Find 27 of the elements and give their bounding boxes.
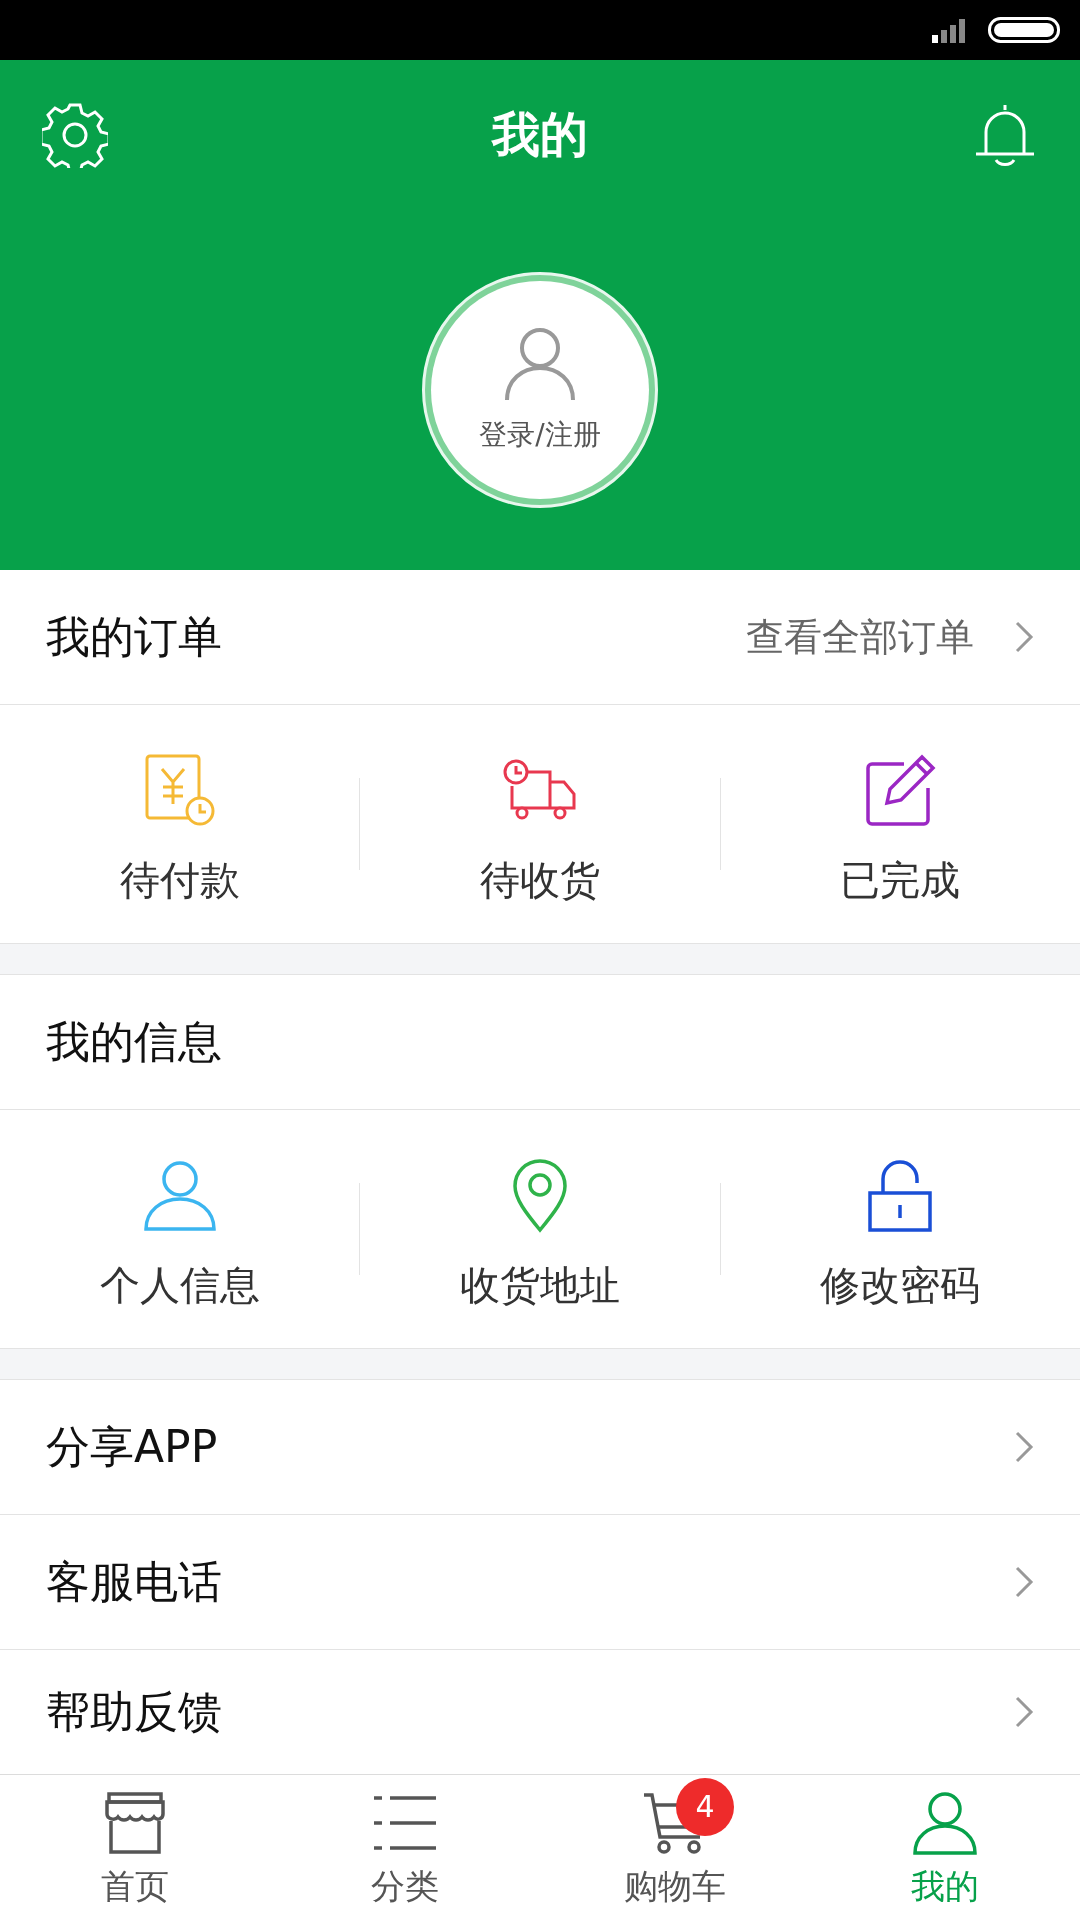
chevron-icon	[1014, 1430, 1034, 1464]
shortcut-item[interactable]: 待收货	[360, 740, 720, 908]
page-title: 我的	[492, 105, 588, 164]
shortcut-item[interactable]: 个人信息	[0, 1145, 360, 1313]
tab[interactable]: 4 购物车	[540, 1775, 810, 1920]
battery-icon	[988, 17, 1060, 43]
settings-icon[interactable]	[42, 102, 108, 168]
unlocked-padlock-icon	[867, 1158, 934, 1233]
section-title: 我的信息	[46, 1014, 223, 1069]
menu-row[interactable]: 分享APP	[0, 1380, 1080, 1515]
chevron-icon	[1014, 620, 1034, 654]
location-pin-icon	[512, 1158, 568, 1233]
person-icon	[141, 1158, 218, 1233]
chevron-icon	[1014, 1565, 1034, 1599]
shortcut-item[interactable]: 已完成	[720, 740, 1080, 908]
menu-row[interactable]: 帮助反馈	[0, 1650, 1080, 1774]
tab[interactable]: 分类	[270, 1775, 540, 1920]
tab[interactable]: 首页	[0, 1775, 270, 1920]
edit-icon	[864, 753, 937, 828]
menu-row[interactable]: 客服电话	[0, 1515, 1080, 1650]
shortcut-item[interactable]: 收货地址	[360, 1145, 720, 1313]
view-all-orders-link[interactable]: 查看全部订单	[746, 611, 1034, 663]
person-icon	[504, 326, 576, 402]
login-avatar-button[interactable]: 登录/注册	[431, 281, 649, 499]
section-title: 我的订单	[46, 609, 223, 664]
shortcut-item[interactable]: 修改密码	[720, 1145, 1080, 1313]
shortcut-item[interactable]: 待付款	[0, 740, 360, 908]
